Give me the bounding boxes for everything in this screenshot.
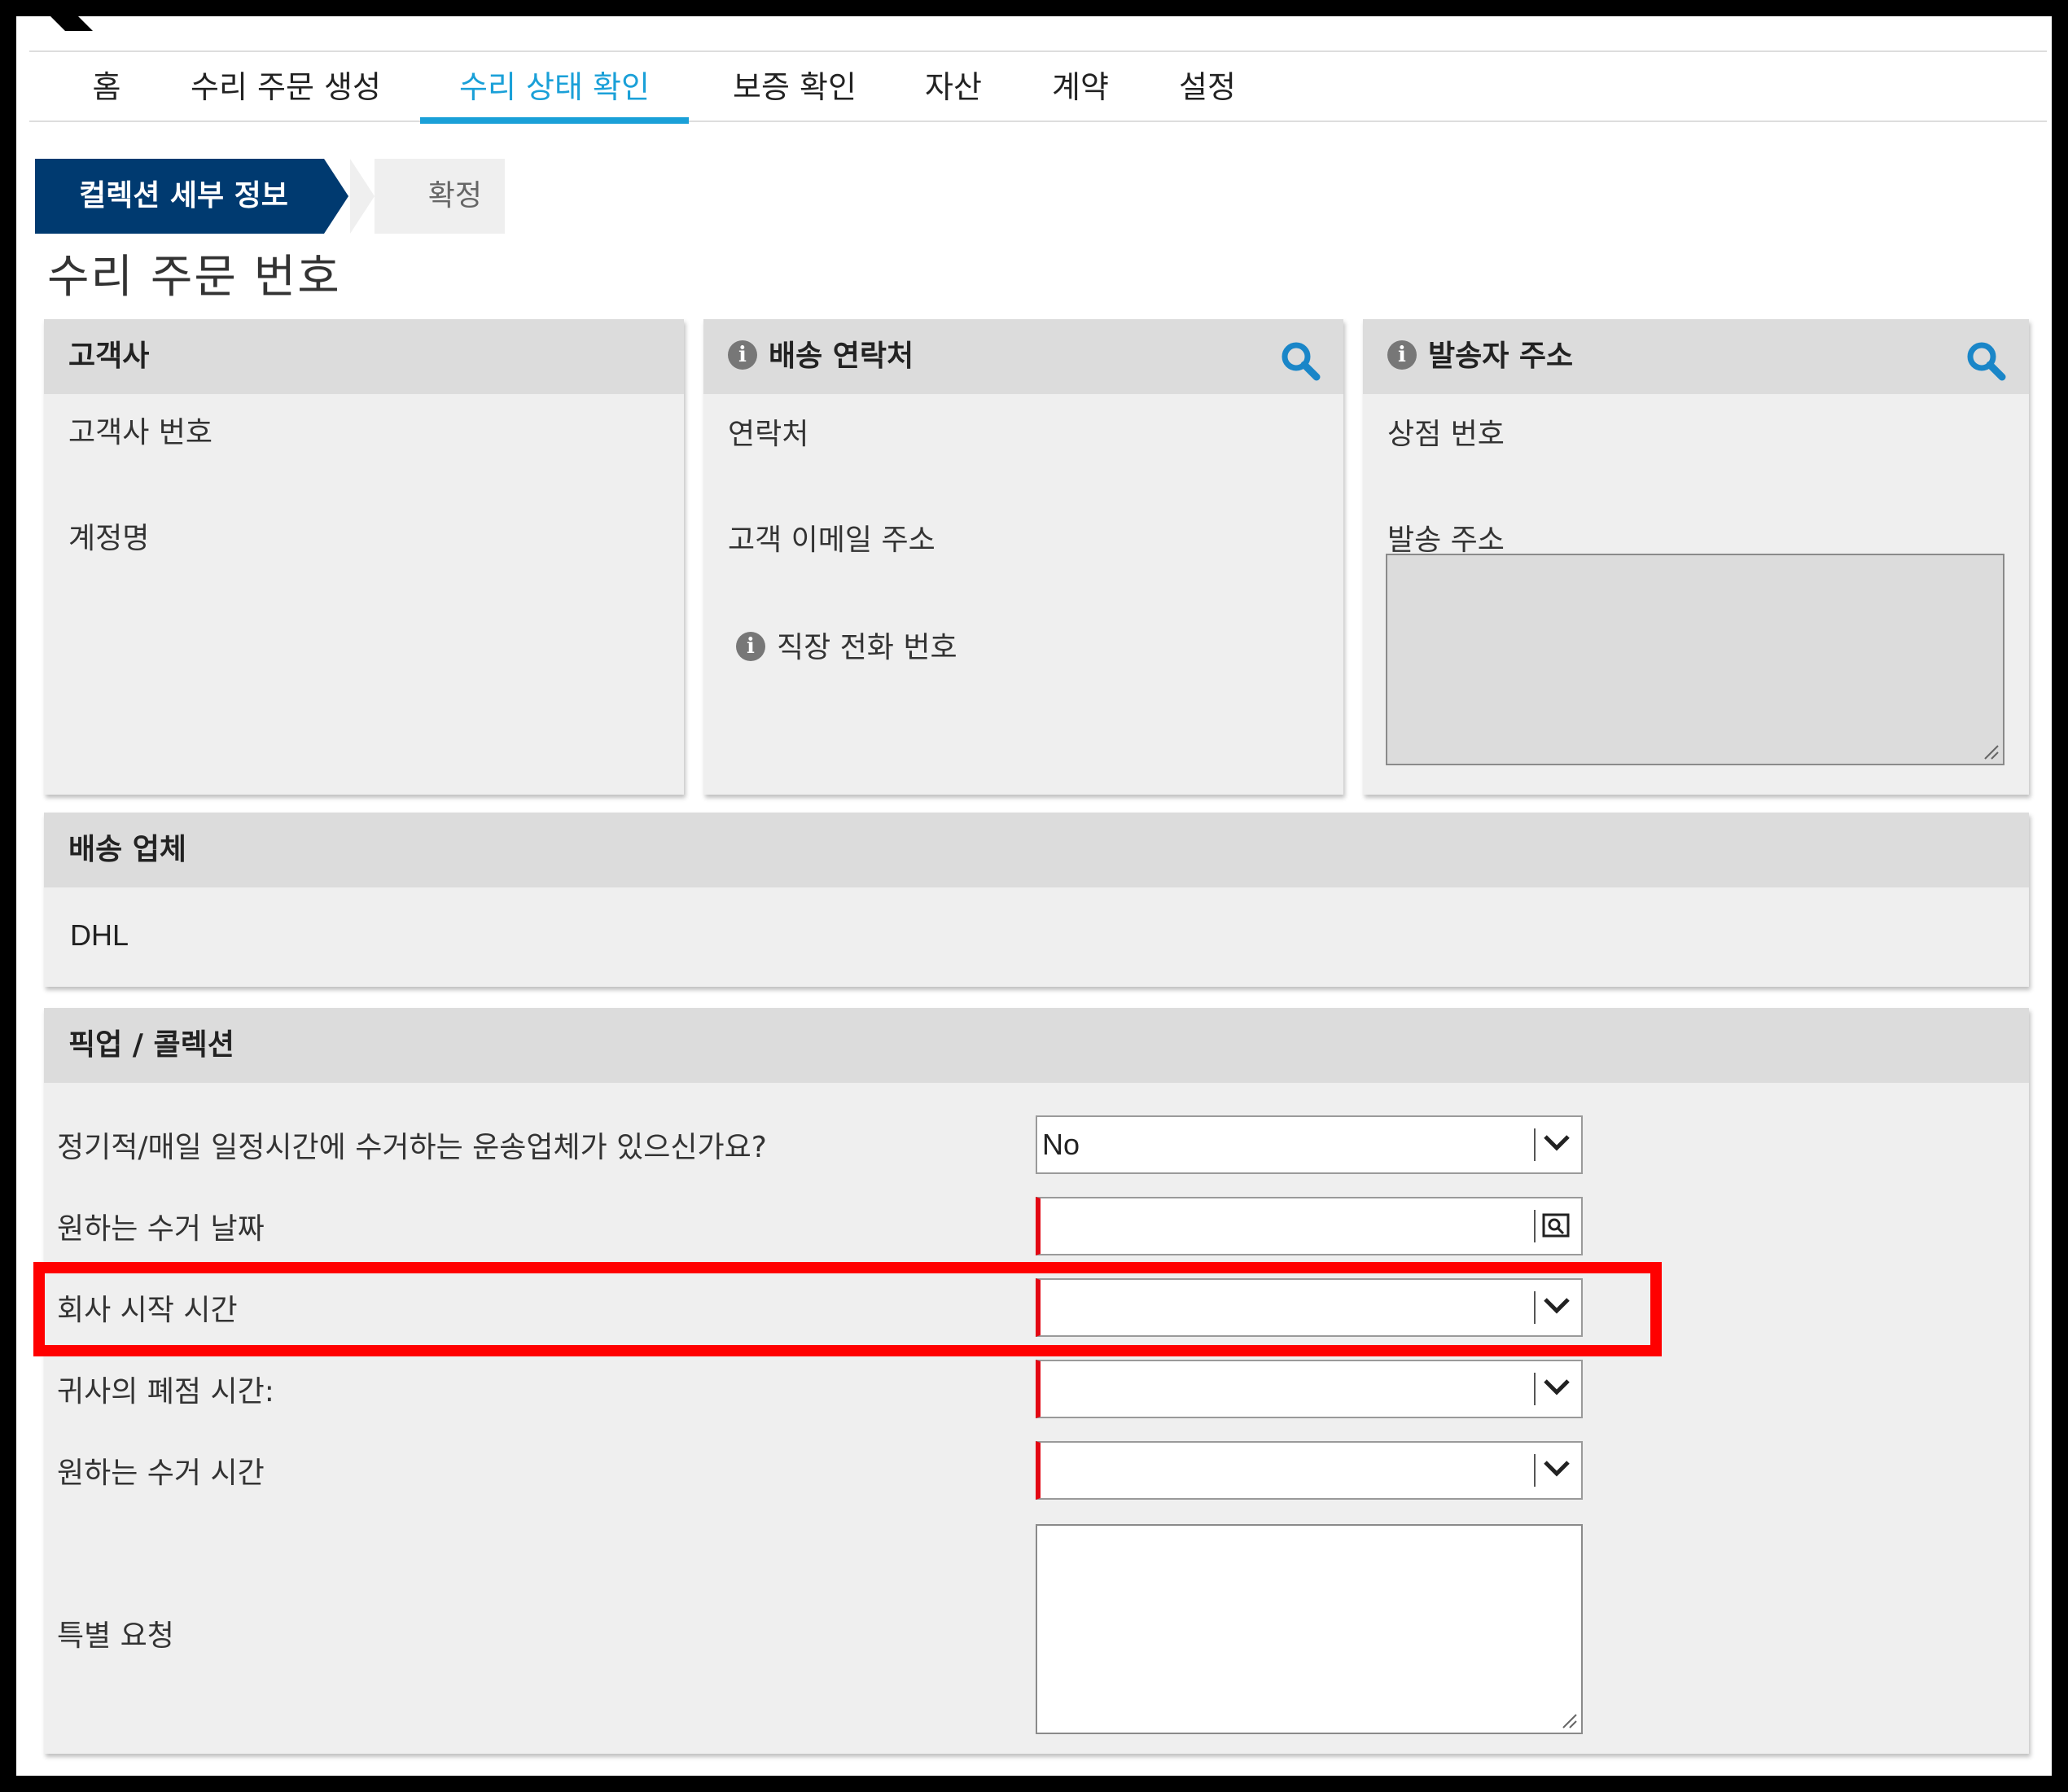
tab-create-repair-order[interactable]: 수리 주문 생성	[176, 52, 396, 122]
calendar-icon[interactable]	[1542, 1213, 1570, 1238]
regular-carrier-value: No	[1042, 1128, 1080, 1161]
tab-settings[interactable]: 설정	[1163, 52, 1252, 122]
carrier-panel: 배송 업체 DHL	[44, 813, 2029, 987]
regular-carrier-select[interactable]: No	[1036, 1115, 1583, 1174]
sender-address-header: i 발송자 주소	[1363, 319, 2029, 394]
company-open-time-select[interactable]	[1036, 1278, 1583, 1337]
shipping-contact-title: 배송 연락처	[769, 340, 914, 373]
select-separator	[1534, 1373, 1536, 1405]
chevron-down-icon[interactable]	[1540, 1452, 1573, 1485]
step-notch	[350, 159, 375, 234]
tab-warranty-check[interactable]: 보증 확인	[713, 52, 876, 122]
carrier-panel-header: 배송 업체	[44, 813, 2029, 887]
company-close-time-label: 귀사의 폐점 시간:	[57, 1375, 274, 1409]
tab-home[interactable]: 홈	[78, 52, 135, 122]
step-arrow	[324, 159, 348, 234]
search-icon[interactable]	[1280, 340, 1321, 381]
step-collection-details: 컬렉션 세부 정보	[35, 159, 324, 234]
work-phone-label: i 직장 전화 번호	[736, 624, 957, 666]
work-phone-text: 직장 전화 번호	[777, 631, 957, 664]
sender-address-title: 발송자 주소	[1428, 340, 1574, 373]
sender-address-panel: i 발송자 주소 상점 번호 발송 주소	[1363, 319, 2029, 795]
info-icon: i	[1387, 340, 1417, 370]
chevron-down-icon[interactable]	[1540, 1127, 1573, 1159]
select-separator	[1534, 1210, 1536, 1242]
shipping-contact-panel: i 배송 연락처 연락처 고객 이메일 주소 i 직장 전화 번호	[703, 319, 1343, 795]
chevron-down-icon[interactable]	[1540, 1371, 1573, 1404]
top-nav: 홈 수리 주문 생성 수리 상태 확인 보증 확인 자산 계약 설정	[29, 50, 2047, 124]
shipping-contact-header: i 배송 연락처	[703, 319, 1343, 394]
carrier-value: DHL	[70, 918, 129, 952]
page-title: 수리 주문 번호	[47, 251, 341, 304]
company-close-time-select[interactable]	[1036, 1360, 1583, 1418]
tab-repair-status[interactable]: 수리 상태 확인	[420, 52, 689, 124]
tab-assets[interactable]: 자산	[909, 52, 998, 122]
info-icon: i	[736, 632, 765, 661]
tab-contracts[interactable]: 계약	[1036, 52, 1125, 122]
customer-number-label: 고객사 번호	[68, 416, 213, 449]
pickup-time-label: 원하는 수거 시간	[57, 1457, 265, 1490]
customer-panel: 고객사 고객사 번호 계정명	[44, 319, 684, 795]
select-separator	[1534, 1454, 1536, 1487]
contact-label: 연락처	[728, 418, 809, 451]
pickup-panel-header: 픽업 / 콜렉션	[44, 1008, 2029, 1083]
shipping-address-textarea[interactable]	[1386, 554, 2004, 765]
regular-carrier-label: 정기적/매일 일정시간에 수거하는 운송업체가 있으신가요?	[57, 1131, 767, 1164]
frame-corner-mark	[49, 15, 93, 31]
shipping-address-label: 발송 주소	[1387, 524, 1505, 557]
resize-grip-icon[interactable]	[1560, 1711, 1578, 1729]
pickup-time-select[interactable]	[1036, 1441, 1583, 1500]
pickup-date-input[interactable]	[1036, 1197, 1583, 1255]
chevron-down-icon[interactable]	[1540, 1290, 1573, 1322]
store-number-label: 상점 번호	[1387, 418, 1505, 451]
special-request-label: 특별 요청	[57, 1619, 174, 1653]
select-separator	[1534, 1128, 1536, 1161]
customer-email-label: 고객 이메일 주소	[728, 524, 935, 557]
search-icon[interactable]	[1965, 340, 2006, 381]
account-name-label: 계정명	[68, 522, 150, 555]
customer-panel-header: 고객사	[44, 319, 684, 394]
info-icon: i	[728, 340, 757, 370]
resize-grip-icon[interactable]	[1982, 743, 2000, 760]
select-separator	[1534, 1291, 1536, 1324]
special-request-textarea[interactable]	[1036, 1524, 1583, 1734]
company-open-time-label: 회사 시작 시간	[57, 1294, 238, 1327]
pickup-date-label: 원하는 수거 날짜	[57, 1212, 265, 1246]
